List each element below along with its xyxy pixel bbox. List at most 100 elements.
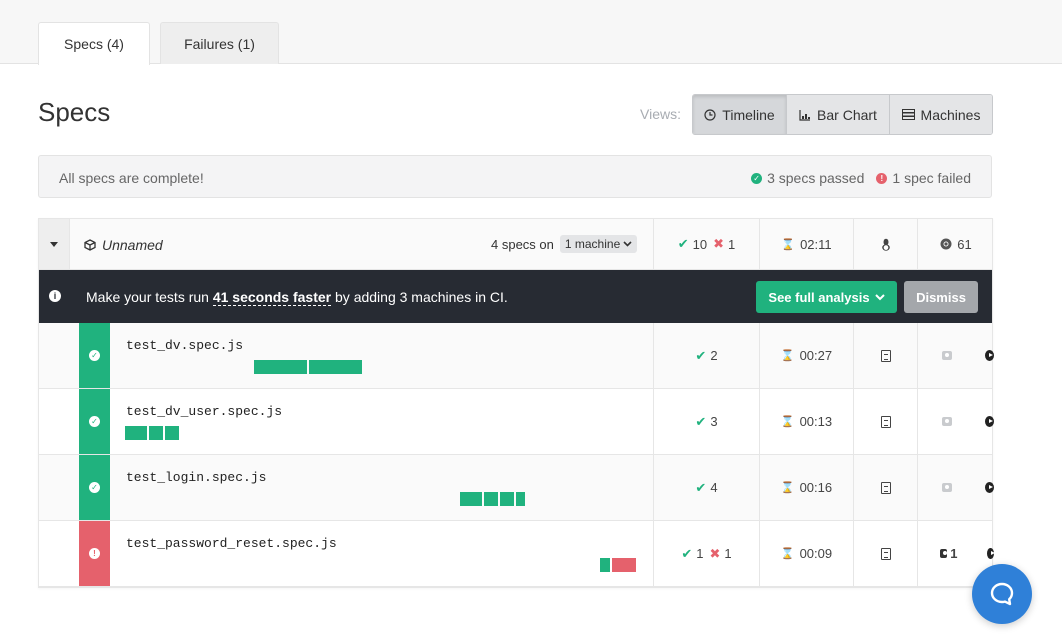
- failed-summary-text: 1 spec failed: [892, 170, 971, 186]
- test-timeline-bars: [600, 558, 636, 572]
- exclamation-circle-icon: !: [89, 548, 100, 559]
- group-meta: 4 specs on 1 machine: [491, 235, 638, 253]
- spec-output-cell: [853, 323, 917, 388]
- spec-row[interactable]: ✓ test_dv.spec.js ✔ 2 ⌛ 00:27: [39, 323, 994, 389]
- play-icon[interactable]: [984, 350, 994, 361]
- spec-results: ✔ 3: [653, 389, 759, 454]
- camera-icon: [942, 417, 952, 426]
- linux-icon: [881, 238, 890, 251]
- banner-suffix: by adding 3 machines in CI.: [331, 289, 508, 305]
- file-icon[interactable]: [880, 415, 891, 428]
- banner-message: Make your tests run 41 seconds faster by…: [86, 289, 508, 306]
- spec-media-cell: [917, 323, 994, 388]
- bar-chart-icon: [799, 109, 811, 121]
- spec-output-cell: [853, 455, 917, 520]
- chevron-down-icon: [623, 241, 632, 247]
- spec-duration-value: 00:09: [799, 546, 833, 561]
- banner-prefix: Make your tests run: [86, 289, 213, 305]
- tab-specs[interactable]: Specs (4): [38, 22, 150, 65]
- group-duration-value: 02:11: [800, 236, 832, 252]
- play-icon[interactable]: [987, 548, 995, 559]
- check-icon: ✔: [695, 347, 707, 363]
- spec-timeline: [110, 323, 653, 388]
- test-bar-passed: [309, 360, 362, 374]
- spec-passed-count: 2: [710, 348, 718, 363]
- machine-select[interactable]: 1 machine: [559, 235, 638, 253]
- group-passed-count: 10: [692, 236, 708, 252]
- test-bar-passed: [516, 492, 525, 506]
- spec-duration: ⌛ 00:27: [759, 323, 853, 388]
- spec-duration-value: 00:27: [799, 348, 833, 363]
- spec-status-passed: ✓: [79, 389, 110, 454]
- spec-row[interactable]: ✓ test_login.spec.js ✔ 4 ⌛ 00:16: [39, 455, 994, 521]
- see-full-analysis-label: See full analysis: [768, 289, 870, 305]
- browser-version: 61: [957, 236, 972, 252]
- spec-row[interactable]: ! test_password_reset.spec.js ✔ 1 ✖ 1 ⌛ …: [39, 521, 995, 587]
- group-name-label: Unnamed: [102, 237, 163, 253]
- test-bar-passed: [125, 426, 147, 440]
- see-full-analysis-button[interactable]: See full analysis: [756, 281, 897, 313]
- group-results: ✔ 10 ✖ 1: [653, 219, 759, 269]
- dismiss-button[interactable]: Dismiss: [904, 281, 978, 313]
- spec-output-cell: [853, 389, 917, 454]
- spec-results: ✔ 1 ✖ 1: [653, 521, 759, 586]
- tab-bar: Specs (4) Failures (1): [0, 0, 1062, 65]
- hourglass-icon: ⌛: [780, 416, 795, 428]
- tab-failures[interactable]: Failures (1): [160, 22, 279, 64]
- spec-duration-value: 00:13: [799, 414, 833, 429]
- view-machines-label: Machines: [920, 106, 981, 123]
- group-os: [853, 219, 917, 269]
- play-icon[interactable]: [984, 482, 994, 493]
- view-bar-chart-label: Bar Chart: [817, 106, 877, 123]
- spec-duration: ⌛ 00:09: [759, 521, 853, 586]
- group-name: Unnamed: [84, 237, 163, 253]
- completion-status-bar: All specs are complete! ✓ 3 specs passed…: [38, 155, 992, 198]
- hourglass-icon: ⌛: [780, 482, 795, 494]
- check-icon: ✔: [695, 413, 707, 429]
- file-icon[interactable]: [880, 547, 891, 560]
- test-bar-passed: [500, 492, 514, 506]
- passed-summary-text: 3 specs passed: [767, 170, 865, 186]
- check-icon: ✔: [695, 479, 707, 495]
- specs-on-label: 4 specs on: [491, 236, 554, 252]
- caret-down-icon: [50, 241, 58, 247]
- collapse-toggle[interactable]: [39, 219, 70, 269]
- chat-icon: [990, 582, 1014, 606]
- chat-support-button[interactable]: [972, 564, 1032, 624]
- spec-passed-count: 1: [696, 546, 704, 561]
- chrome-icon: [940, 238, 952, 250]
- spec-media-cell: [917, 389, 994, 454]
- failed-summary: ! 1 spec failed: [876, 170, 971, 186]
- page-title: Specs: [38, 97, 111, 127]
- test-bar-passed: [484, 492, 498, 506]
- machine-select-value: 1 machine: [564, 237, 621, 251]
- view-bar-chart-button[interactable]: Bar Chart: [787, 95, 890, 134]
- spec-passed-count: 4: [710, 480, 718, 495]
- spec-status-passed: ✓: [79, 455, 110, 520]
- view-machines-button[interactable]: Machines: [890, 95, 992, 134]
- spec-duration: ⌛ 00:13: [759, 389, 853, 454]
- test-timeline-bars: [254, 360, 362, 374]
- hourglass-icon: ⌛: [780, 350, 795, 362]
- file-icon[interactable]: [880, 349, 891, 362]
- chevron-down-icon: [874, 293, 885, 300]
- file-icon[interactable]: [880, 481, 891, 494]
- view-timeline-button[interactable]: Timeline: [693, 95, 787, 134]
- status-message: All specs are complete!: [59, 170, 204, 186]
- spec-row[interactable]: ✓ test_dv_user.spec.js ✔ 3 ⌛ 00:13: [39, 389, 994, 455]
- spec-group-row: Unnamed 4 specs on 1 machine ✔ 10 ✖ 1 ⌛ …: [39, 219, 992, 270]
- play-icon[interactable]: [984, 416, 994, 427]
- optimization-banner: i Make your tests run 41 seconds faster …: [39, 270, 992, 323]
- spec-duration: ⌛ 00:16: [759, 455, 853, 520]
- specs-table: Unnamed 4 specs on 1 machine ✔ 10 ✖ 1 ⌛ …: [38, 218, 995, 588]
- test-timeline-bars: [460, 492, 525, 506]
- test-bar-passed: [149, 426, 163, 440]
- test-bar-failed: [612, 558, 636, 572]
- spec-status-passed: ✓: [79, 323, 110, 388]
- spec-passed-count: 3: [710, 414, 718, 429]
- hourglass-icon: ⌛: [780, 548, 795, 560]
- check-circle-icon: ✓: [751, 172, 763, 184]
- camera-icon[interactable]: [940, 549, 948, 558]
- check-circle-icon: ✓: [89, 416, 100, 427]
- check-circle-icon: ✓: [89, 482, 100, 493]
